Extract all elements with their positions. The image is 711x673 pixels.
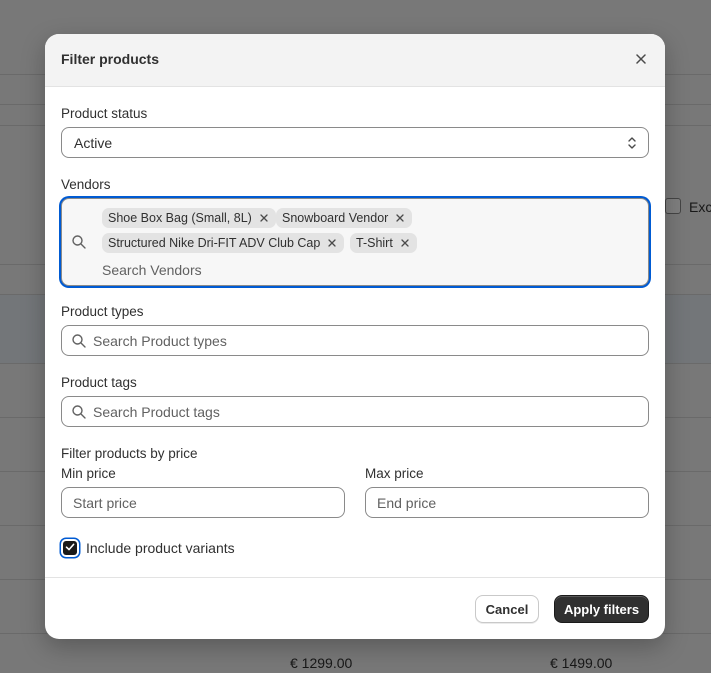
filter-products-modal: Filter products Product status Active Ve… — [45, 34, 665, 639]
max-price-field[interactable]: End price — [365, 487, 649, 518]
min-price-field[interactable]: Start price — [61, 487, 345, 518]
product-status-label: Product status — [61, 106, 148, 121]
product-types-search-input[interactable]: Search Product types — [93, 333, 227, 349]
include-variants-label[interactable]: Include product variants — [86, 540, 235, 556]
vendor-tag-label: T-Shirt — [356, 236, 393, 250]
remove-tag-icon[interactable] — [326, 237, 338, 249]
price-section-label: Filter products by price — [61, 446, 198, 461]
remove-tag-icon[interactable] — [394, 212, 406, 224]
search-icon — [71, 404, 87, 420]
modal-footer-divider — [45, 577, 665, 578]
vendor-tag-label: Snowboard Vendor — [282, 211, 389, 225]
remove-tag-icon[interactable] — [258, 212, 270, 224]
product-types-search-field[interactable]: Search Product types — [61, 325, 649, 356]
checkmark-icon — [65, 539, 75, 557]
vendors-label: Vendors — [61, 177, 111, 192]
vendors-combobox[interactable]: Shoe Box Bag (Small, 8L) Snowboard Vendo… — [61, 198, 649, 286]
close-icon — [636, 51, 646, 69]
modal-header: Filter products — [45, 34, 665, 87]
product-status-value: Active — [74, 135, 113, 151]
vendor-tag-label: Shoe Box Bag (Small, 8L) — [108, 211, 252, 225]
select-arrows-icon — [626, 135, 638, 151]
modal-title: Filter products — [61, 51, 160, 67]
vendor-tag: Snowboard Vendor — [276, 208, 413, 228]
vendors-search-input[interactable]: Search Vendors — [102, 262, 202, 278]
min-price-label: Min price — [61, 466, 116, 481]
remove-tag-icon[interactable] — [399, 237, 411, 249]
product-tags-search-field[interactable]: Search Product tags — [61, 396, 649, 427]
vendor-tag-label: Structured Nike Dri-FIT ADV Club Cap — [108, 236, 321, 250]
vendor-tag: Shoe Box Bag (Small, 8L) — [102, 208, 276, 228]
product-tags-label: Product tags — [61, 375, 137, 390]
min-price-input[interactable]: Start price — [73, 495, 137, 511]
max-price-label: Max price — [365, 466, 424, 481]
product-tags-search-input[interactable]: Search Product tags — [93, 404, 220, 420]
product-status-select[interactable]: Active — [61, 127, 649, 158]
product-types-label: Product types — [61, 304, 144, 319]
vendor-tag: Structured Nike Dri-FIT ADV Club Cap — [102, 233, 345, 253]
search-icon — [71, 333, 87, 349]
max-price-input[interactable]: End price — [377, 495, 436, 511]
close-button[interactable] — [631, 50, 651, 70]
vendor-tag: T-Shirt — [350, 233, 417, 253]
apply-filters-button[interactable]: Apply filters — [554, 595, 649, 623]
include-variants-checkbox[interactable] — [63, 541, 77, 555]
search-icon — [71, 234, 87, 250]
cancel-button[interactable]: Cancel — [475, 595, 539, 623]
